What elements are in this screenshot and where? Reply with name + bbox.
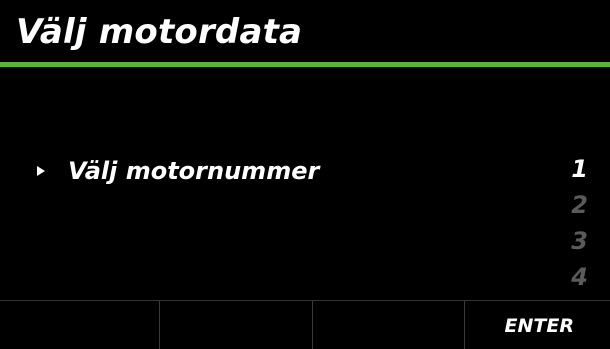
triangle-right-icon [37, 166, 45, 176]
title-bar: Välj motordata [0, 0, 610, 62]
value-option-2[interactable]: 2 [571, 188, 588, 222]
value-option-3[interactable]: 3 [571, 224, 588, 258]
softkey-3[interactable] [313, 301, 465, 349]
value-option-1[interactable]: 1 [571, 152, 588, 186]
motor-number-list[interactable]: 1 2 3 4 [528, 152, 588, 298]
enter-button-label: ENTER [504, 315, 574, 337]
enter-button[interactable]: ENTER [465, 301, 610, 349]
softkey-1[interactable] [0, 301, 160, 349]
page-title: Välj motordata [16, 12, 303, 52]
softkey-bar: ENTER [0, 300, 610, 349]
menu-item-label: Välj motornummer [68, 157, 320, 185]
display-screen: Välj motordata Välj motornummer 1 2 3 4 … [0, 0, 610, 349]
softkey-2[interactable] [160, 301, 313, 349]
value-option-4[interactable]: 4 [571, 260, 588, 294]
title-underline [0, 62, 610, 67]
